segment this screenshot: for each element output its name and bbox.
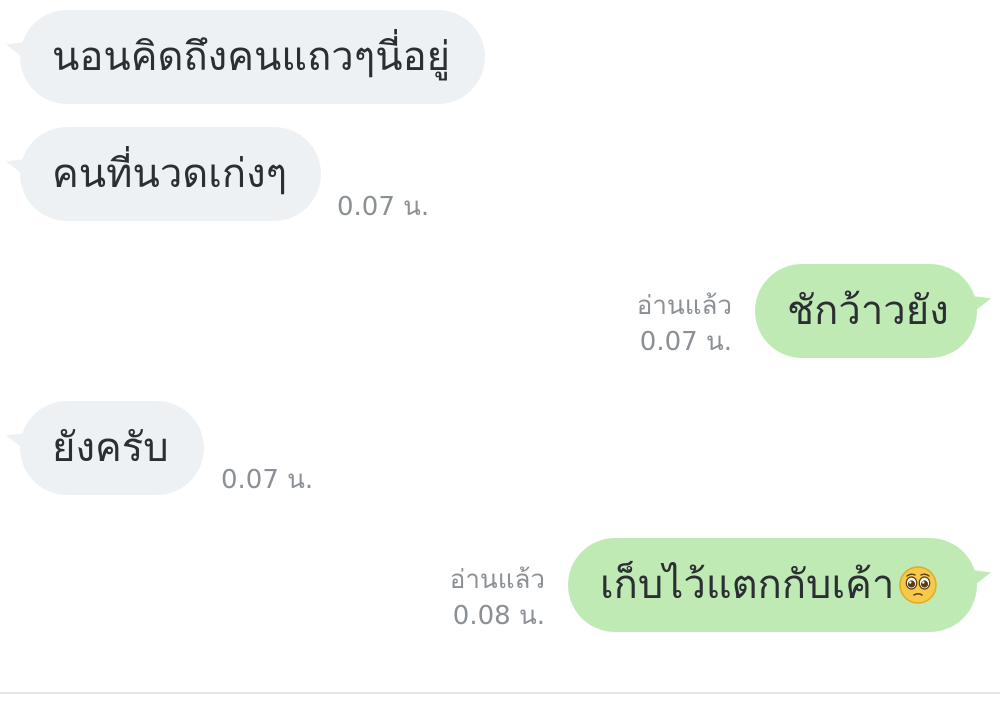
- message-timestamp: 0.07 น.: [221, 465, 314, 495]
- message-text: เก็บไว้แตกกับเค้า: [600, 562, 895, 608]
- read-receipt: อ่านแล้ว 0.07 น.: [637, 288, 732, 360]
- incoming-message-bubble[interactable]: นอนคิดถึงคนแถวๆนี่อยู่: [20, 10, 485, 104]
- incoming-message-bubble[interactable]: คนที่นวดเก่งๆ: [20, 127, 321, 221]
- composer-divider: [0, 692, 1000, 694]
- outgoing-message-bubble[interactable]: เก็บไว้แตกกับเค้า: [568, 538, 977, 632]
- message-text: ยังครับ: [52, 425, 169, 471]
- outgoing-message-bubble[interactable]: ชักว้าวยัง: [755, 264, 977, 358]
- message-timestamp: 0.07 น.: [337, 192, 430, 222]
- pleading-face-icon: [899, 566, 938, 604]
- read-receipt: อ่านแล้ว 0.08 น.: [450, 562, 545, 634]
- message-timestamp: 0.07 น.: [639, 327, 732, 357]
- message-text: นอนคิดถึงคนแถวๆนี่อยู่: [52, 34, 451, 80]
- message-timestamp: 0.08 น.: [452, 601, 545, 631]
- chat-thread[interactable]: นอนคิดถึงคนแถวๆนี่อยู่ คนที่นวดเก่งๆ 0.0…: [0, 0, 1000, 701]
- incoming-message-bubble[interactable]: ยังครับ: [20, 401, 204, 495]
- read-status: อ่านแล้ว: [636, 291, 732, 321]
- message-text: ชักว้าวยัง: [787, 288, 949, 334]
- read-status: อ่านแล้ว: [449, 565, 545, 595]
- message-text: คนที่นวดเก่งๆ: [52, 151, 288, 197]
